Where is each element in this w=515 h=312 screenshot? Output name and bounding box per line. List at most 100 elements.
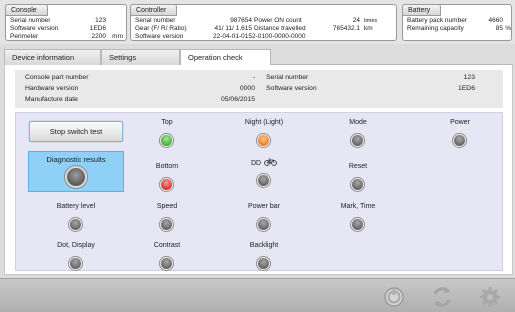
indicator-bottom-label: Bottom: [155, 163, 179, 170]
indicator-reset-led: [351, 178, 364, 191]
info-serial-value: 123: [463, 74, 475, 81]
battery-capacity-row: Remaining capacity 85 %: [403, 25, 513, 33]
info-manufacture-value: 05/06/2015: [220, 96, 255, 103]
tab-operation-check[interactable]: Operation check: [180, 49, 271, 66]
main-tabs: Device information Settings Operation ch…: [4, 49, 513, 66]
indicator-dd: DD: [224, 158, 304, 198]
indicator-speed-label: Speed: [156, 203, 178, 210]
indicator-dd-led: [257, 174, 270, 187]
controller-distance-row: Distance travelled 765432.1 km: [131, 25, 398, 33]
console-serial-row: Serial number 123: [6, 17, 128, 25]
console-serial-value: 123: [95, 17, 106, 24]
info-software-value: 1ED6: [457, 85, 475, 92]
controller-power-on-value: 24: [352, 17, 360, 24]
indicator-dot-display: Dot, Display: [36, 241, 116, 281]
indicator-power: Power: [420, 118, 500, 158]
indicator-mark-time: Mark, Time: [318, 202, 398, 242]
status-header: Console Serial number 123 Software versi…: [0, 0, 515, 44]
controller-distance-unit: km: [364, 25, 373, 32]
indicator-dot-display-label: Dot, Display: [57, 242, 95, 249]
indicator-battery-level-label: Battery level: [56, 203, 96, 210]
console-info-box: Console part number - Hardware version 0…: [15, 70, 503, 108]
diagnostic-results-label: Diagnostic results: [46, 155, 106, 164]
controller-power-on-label: Power ON count: [254, 17, 302, 24]
console-software-row: Software version 1ED6: [6, 25, 128, 33]
info-software-label: Software version: [266, 85, 317, 92]
controller-power-on-unit: times: [364, 18, 378, 24]
indicator-speed-led: [160, 218, 173, 231]
battery-capacity-label: Remaining capacity: [407, 25, 464, 32]
console-perimeter-row: Perimeter 2200 mm: [6, 33, 128, 41]
indicator-night-light-label: Night (Light): [244, 119, 284, 126]
indicator-contrast: Contrast: [127, 241, 207, 281]
indicator-backlight-label: Backlight: [249, 242, 279, 249]
indicator-contrast-led: [160, 257, 173, 270]
indicator-top: Top: [127, 118, 207, 158]
indicator-top-led: [160, 134, 173, 147]
console-panel: Console Serial number 123 Software versi…: [5, 4, 127, 41]
battery-panel-title: Battery: [402, 4, 442, 16]
battery-pack-value: 4660: [488, 17, 503, 24]
controller-software-label: Software version: [135, 33, 184, 40]
indicator-dd-label: DD: [250, 160, 262, 167]
indicator-bottom-led: [160, 178, 173, 191]
bicycle-icon: [264, 158, 277, 166]
console-software-value: 1ED6: [89, 25, 106, 32]
bottom-toolbar: [0, 278, 515, 312]
info-hardware-label: Hardware version: [25, 85, 79, 92]
indicator-power-label: Power: [450, 119, 470, 126]
battery-panel: Battery Battery pack number 4660 Remaini…: [402, 4, 512, 41]
indicator-reset-label: Reset: [348, 163, 368, 170]
settings-gear-icon[interactable]: [479, 286, 501, 308]
tab-settings[interactable]: Settings: [101, 49, 180, 65]
info-part-number-label: Console part number: [25, 74, 89, 81]
operation-check-content: Console part number - Hardware version 0…: [4, 65, 513, 275]
tab-device-information[interactable]: Device information: [4, 49, 101, 65]
indicator-mode-led: [351, 134, 364, 147]
console-perimeter-unit: mm: [112, 33, 123, 40]
indicator-power-led: [453, 134, 466, 147]
indicator-power-bar-label: Power bar: [248, 203, 280, 210]
indicator-mode: Mode: [318, 118, 398, 158]
indicator-power-bar-led: [257, 218, 270, 231]
indicator-mark-time-label: Mark, Time: [340, 203, 376, 210]
indicator-mode-label: Mode: [349, 119, 367, 126]
indicator-reset: Reset: [318, 162, 398, 202]
info-hardware-value: 0000: [239, 85, 255, 92]
diagnostic-results-button[interactable]: Diagnostic results: [28, 151, 124, 192]
indicator-dot-display-led: [69, 257, 82, 270]
disconnect-icon[interactable]: [383, 286, 405, 308]
controller-software-value: 22-04-01-0152-0100-0000-0000: [213, 33, 306, 40]
controller-panel: Controller Serial number 987654 Gear (F/…: [130, 4, 397, 41]
diagnostic-results-indicator: [65, 166, 87, 188]
indicator-top-label: Top: [161, 119, 173, 126]
controller-distance-value: 765432.1: [332, 25, 360, 32]
refresh-icon[interactable]: [431, 286, 453, 308]
console-perimeter-label: Perimeter: [10, 33, 39, 40]
controller-panel-title: Controller: [130, 4, 178, 16]
console-software-label: Software version: [10, 25, 59, 32]
console-panel-title: Console: [5, 4, 48, 16]
info-manufacture-label: Manufacture date: [25, 96, 78, 103]
stop-switch-test-button[interactable]: Stop switch test: [29, 121, 123, 142]
indicator-backlight: Backlight: [224, 241, 304, 281]
battery-pack-row: Battery pack number 4660: [403, 17, 513, 25]
indicator-night-light-led: [257, 134, 270, 147]
indicator-speed: Speed: [127, 202, 207, 242]
indicator-backlight-led: [257, 257, 270, 270]
indicator-battery-level-led: [69, 218, 82, 231]
indicator-dd-label-wrap: DD: [224, 158, 304, 168]
indicator-contrast-label: Contrast: [153, 242, 181, 249]
indicator-battery-level: Battery level: [36, 202, 116, 242]
switch-test-area: Stop switch test Diagnostic results Top …: [15, 112, 503, 271]
indicator-mark-time-led: [351, 218, 364, 231]
console-serial-label: Serial number: [10, 17, 51, 24]
indicator-bottom: Bottom: [127, 162, 207, 202]
indicator-power-bar: Power bar: [224, 202, 304, 242]
controller-software-row: Software version 22-04-01-0152-0100-0000…: [131, 33, 398, 41]
indicator-night-light: Night (Light): [224, 118, 304, 158]
battery-capacity-value: 85: [495, 25, 503, 32]
controller-power-on-row: Power ON count 24 times: [131, 17, 398, 25]
battery-capacity-unit: %: [505, 25, 511, 32]
info-part-number-value: -: [252, 74, 255, 81]
